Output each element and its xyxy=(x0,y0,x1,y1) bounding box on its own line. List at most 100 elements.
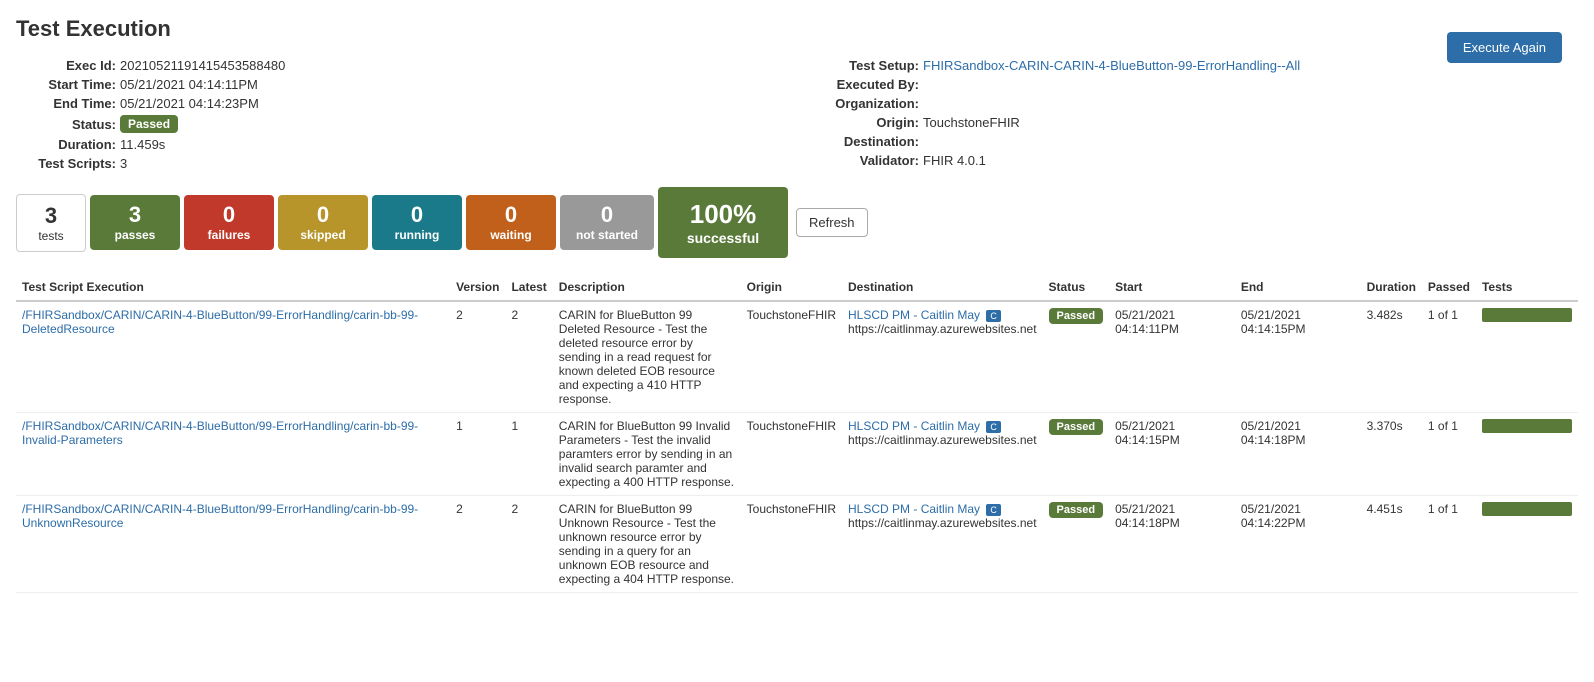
cell-destination-2: HLSCD PM - Caitlin May C https://caitlin… xyxy=(842,496,1043,593)
col-latest: Latest xyxy=(505,274,552,301)
col-origin: Origin xyxy=(741,274,842,301)
cell-passed-0: 1 of 1 xyxy=(1422,301,1476,413)
success-label: successful xyxy=(678,230,768,246)
script-link-2[interactable]: /FHIRSandbox/CARIN/CARIN-4-BlueButton/99… xyxy=(22,502,418,530)
cell-script-0: /FHIRSandbox/CARIN/CARIN-4-BlueButton/99… xyxy=(16,301,450,413)
end-time-value: 05/21/2021 04:14:23PM xyxy=(120,96,259,111)
col-description: Description xyxy=(553,274,741,301)
cell-origin-2: TouchstoneFHIR xyxy=(741,496,842,593)
waiting-num: 0 xyxy=(505,203,517,227)
col-passed: Passed xyxy=(1422,274,1476,301)
cell-duration-0: 3.482s xyxy=(1361,301,1422,413)
col-version: Version xyxy=(450,274,505,301)
cell-latest-2: 2 xyxy=(505,496,552,593)
table-row: /FHIRSandbox/CARIN/CARIN-4-BlueButton/99… xyxy=(16,301,1578,413)
destination-link-2[interactable]: HLSCD PM - Caitlin May xyxy=(848,502,980,516)
cell-status-1: Passed xyxy=(1043,413,1110,496)
failures-num: 0 xyxy=(223,203,235,227)
skipped-box: 0 skipped xyxy=(278,195,368,249)
not-started-label: not started xyxy=(576,228,638,242)
test-setup-link[interactable]: FHIRSandbox-CARIN-CARIN-4-BlueButton-99-… xyxy=(923,58,1300,73)
cell-tests-1 xyxy=(1476,413,1578,496)
cell-description-0: CARIN for BlueButton 99 Deleted Resource… xyxy=(553,301,741,413)
cell-end-0: 05/21/2021 04:14:15PM xyxy=(1235,301,1361,413)
running-num: 0 xyxy=(411,203,423,227)
cell-start-2: 05/21/2021 04:14:18PM xyxy=(1109,496,1235,593)
status-badge-2: Passed xyxy=(1049,502,1104,518)
status-badge-0: Passed xyxy=(1049,308,1104,324)
origin-label: Origin: xyxy=(799,115,919,130)
status-label: Status: xyxy=(16,117,116,132)
table-row: /FHIRSandbox/CARIN/CARIN-4-BlueButton/99… xyxy=(16,413,1578,496)
waiting-label: waiting xyxy=(490,228,531,242)
total-tests-num: 3 xyxy=(29,203,73,229)
cell-passed-2: 1 of 1 xyxy=(1422,496,1476,593)
duration-label: Duration: xyxy=(16,137,116,152)
end-time-label: End Time: xyxy=(16,96,116,111)
cell-end-2: 05/21/2021 04:14:22PM xyxy=(1235,496,1361,593)
cell-description-1: CARIN for BlueButton 99 Invalid Paramete… xyxy=(553,413,741,496)
start-time-value: 05/21/2021 04:14:11PM xyxy=(120,77,258,92)
progress-bar-fill-1 xyxy=(1482,419,1572,433)
progress-bar-fill-2 xyxy=(1482,502,1572,516)
script-link-1[interactable]: /FHIRSandbox/CARIN/CARIN-4-BlueButton/99… xyxy=(22,419,418,447)
cell-tests-0 xyxy=(1476,301,1578,413)
execute-again-button[interactable]: Execute Again xyxy=(1447,32,1562,63)
c-badge-2: C xyxy=(986,504,1001,516)
cell-latest-1: 1 xyxy=(505,413,552,496)
running-label: running xyxy=(395,228,440,242)
destination-url-0: https://caitlinmay.azurewebsites.net xyxy=(848,322,1037,336)
cell-version-2: 2 xyxy=(450,496,505,593)
col-end: End xyxy=(1235,274,1361,301)
col-start: Start xyxy=(1109,274,1235,301)
col-tests: Tests xyxy=(1476,274,1578,301)
cell-destination-0: HLSCD PM - Caitlin May C https://caitlin… xyxy=(842,301,1043,413)
col-destination: Destination xyxy=(842,274,1043,301)
progress-bar-container-2 xyxy=(1482,502,1572,516)
cell-version-1: 1 xyxy=(450,413,505,496)
destination-url-1: https://caitlinmay.azurewebsites.net xyxy=(848,433,1037,447)
total-tests-label: tests xyxy=(29,229,73,243)
cell-latest-0: 2 xyxy=(505,301,552,413)
destination-link-0[interactable]: HLSCD PM - Caitlin May xyxy=(848,308,980,322)
refresh-button[interactable]: Refresh xyxy=(796,208,868,237)
destination-url-2: https://caitlinmay.azurewebsites.net xyxy=(848,516,1037,530)
failures-label: failures xyxy=(208,228,251,242)
success-pct: 100% xyxy=(678,199,768,230)
cell-duration-2: 4.451s xyxy=(1361,496,1422,593)
skipped-num: 0 xyxy=(317,203,329,227)
duration-value: 11.459s xyxy=(120,137,165,152)
executed-by-label: Executed By: xyxy=(799,77,919,92)
destination-label: Destination: xyxy=(799,134,919,149)
cell-destination-1: HLSCD PM - Caitlin May C https://caitlin… xyxy=(842,413,1043,496)
passes-box: 3 passes xyxy=(90,195,180,249)
progress-bar-container-0 xyxy=(1482,308,1572,322)
cell-tests-2 xyxy=(1476,496,1578,593)
success-box: 100% successful xyxy=(658,187,788,258)
destination-link-1[interactable]: HLSCD PM - Caitlin May xyxy=(848,419,980,433)
cell-version-0: 2 xyxy=(450,301,505,413)
validator-label: Validator: xyxy=(799,153,919,168)
validator-value: FHIR 4.0.1 xyxy=(923,153,986,168)
total-tests-box: 3 tests xyxy=(16,194,86,252)
col-script: Test Script Execution xyxy=(16,274,450,301)
passes-label: passes xyxy=(115,228,156,242)
cell-passed-1: 1 of 1 xyxy=(1422,413,1476,496)
cell-script-2: /FHIRSandbox/CARIN/CARIN-4-BlueButton/99… xyxy=(16,496,450,593)
cell-start-1: 05/21/2021 04:14:15PM xyxy=(1109,413,1235,496)
status-badge-1: Passed xyxy=(1049,419,1104,435)
progress-bar-fill-0 xyxy=(1482,308,1572,322)
not-started-num: 0 xyxy=(601,203,613,227)
cell-start-0: 05/21/2021 04:14:11PM xyxy=(1109,301,1235,413)
test-scripts-value: 3 xyxy=(120,156,127,171)
cell-origin-1: TouchstoneFHIR xyxy=(741,413,842,496)
table-header: Test Script Execution Version Latest Des… xyxy=(16,274,1578,301)
organization-label: Organization: xyxy=(799,96,919,111)
not-started-box: 0 not started xyxy=(560,195,654,249)
waiting-box: 0 waiting xyxy=(466,195,556,249)
cell-description-2: CARIN for BlueButton 99 Unknown Resource… xyxy=(553,496,741,593)
c-badge-0: C xyxy=(986,310,1001,322)
script-link-0[interactable]: /FHIRSandbox/CARIN/CARIN-4-BlueButton/99… xyxy=(22,308,418,336)
test-scripts-label: Test Scripts: xyxy=(16,156,116,171)
status-badge: Passed xyxy=(120,115,178,133)
